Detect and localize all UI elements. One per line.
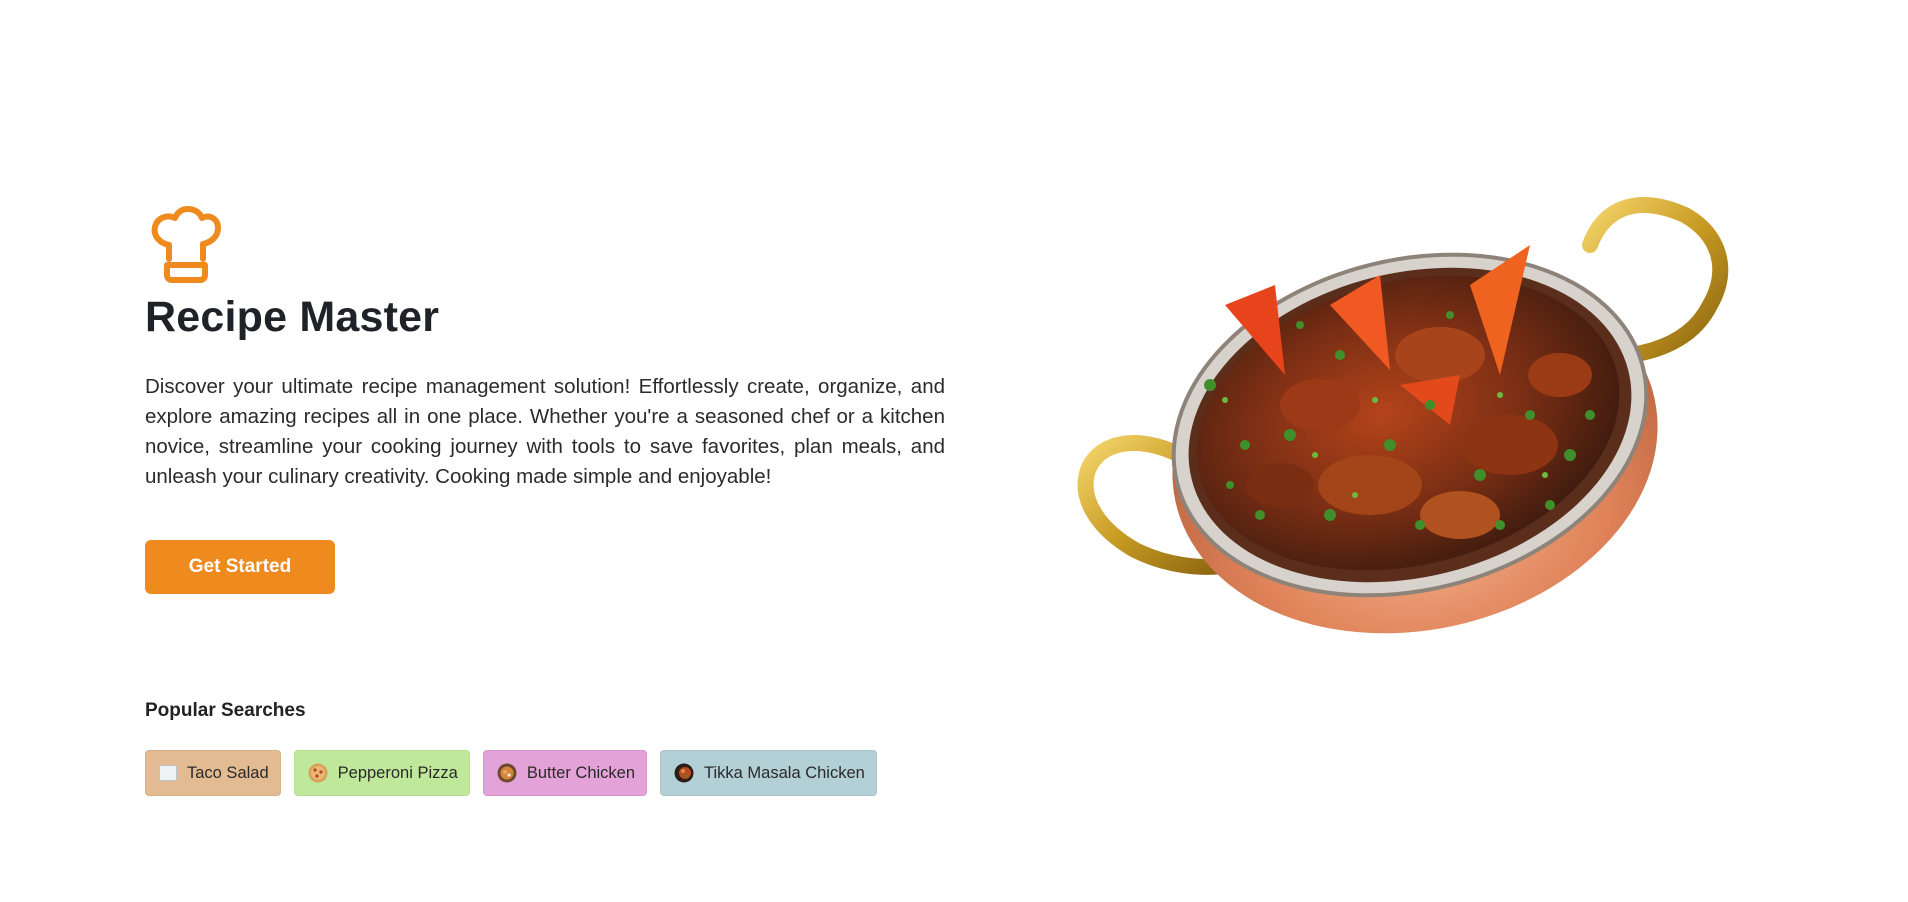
chip-taco-salad[interactable]: Taco Salad <box>145 750 281 796</box>
chip-pepperoni-pizza[interactable]: Pepperoni Pizza <box>293 750 470 796</box>
chip-label: Tikka Masala Chicken <box>704 763 865 782</box>
chip-butter-chicken[interactable]: Butter Chicken <box>482 750 648 796</box>
popular-searches-list: Taco Salad Pepperoni Pizza Butter Chicke… <box>145 750 877 796</box>
pizza-thumbnail-icon <box>308 763 328 783</box>
hero-text-section: Recipe Master Discover your ultimate rec… <box>145 205 945 594</box>
get-started-button[interactable]: Get Started <box>145 540 335 594</box>
chip-label: Taco Salad <box>187 763 269 782</box>
broken-image-icon <box>159 765 177 781</box>
chef-hat-icon <box>151 206 221 283</box>
curry-bowl-image <box>1077 197 1729 634</box>
popular-searches: Popular Searches Taco Salad Pepperoni Pi… <box>145 700 877 796</box>
tikka-masala-thumbnail-icon <box>674 763 694 783</box>
chip-tikka-masala-chicken[interactable]: Tikka Masala Chicken <box>660 750 877 796</box>
chip-label: Pepperoni Pizza <box>337 763 458 782</box>
landing-page: Recipe Master Discover your ultimate rec… <box>0 0 1908 902</box>
butter-chicken-thumbnail-icon <box>497 763 517 783</box>
chip-label: Butter Chicken <box>526 763 636 782</box>
hero-description: Discover your ultimate recipe management… <box>145 375 945 488</box>
page-title: Recipe Master <box>145 293 440 341</box>
popular-searches-title: Popular Searches <box>145 700 306 721</box>
